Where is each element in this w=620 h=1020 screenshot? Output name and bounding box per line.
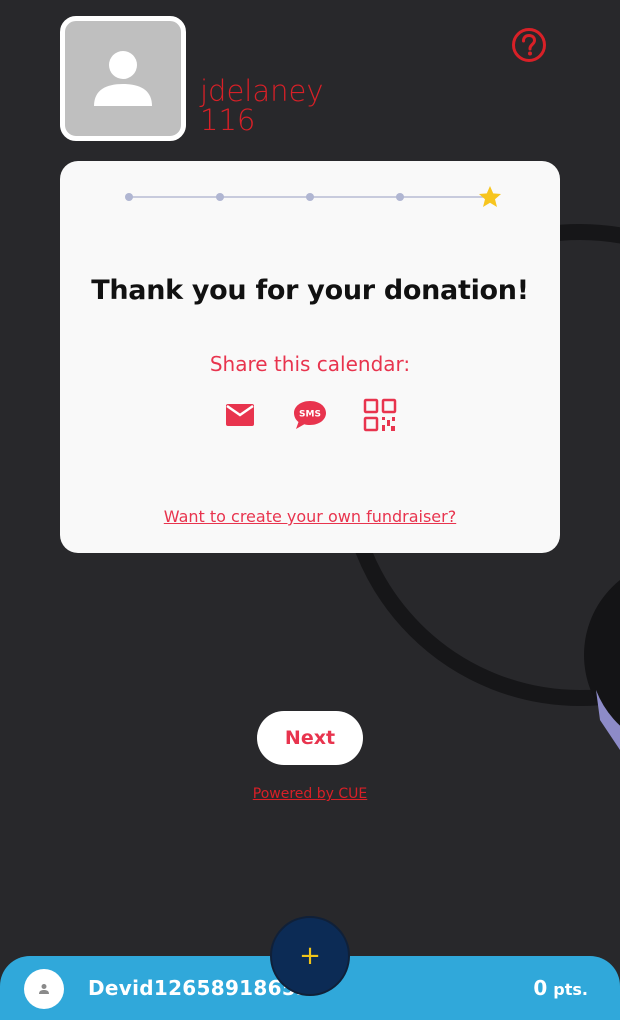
- svg-text:SMS: SMS: [299, 410, 321, 420]
- person-icon: [94, 50, 152, 106]
- email-icon: [226, 404, 254, 426]
- progress-step-4: [396, 193, 404, 201]
- powered-by-link[interactable]: Powered by CUE: [0, 786, 620, 802]
- email-share-button[interactable]: [220, 395, 260, 435]
- plus-icon: +: [299, 941, 321, 971]
- username: jdelaney: [200, 74, 324, 108]
- qr-code-icon: [363, 398, 397, 432]
- progress-step-2: [216, 193, 224, 201]
- profile-avatar: [60, 16, 186, 141]
- points-label: pts.: [553, 980, 588, 999]
- progress-stepper: [125, 186, 501, 207]
- user-number: 116: [200, 103, 256, 137]
- share-label: Share this calendar:: [209, 352, 411, 376]
- help-icon[interactable]: [510, 26, 548, 64]
- donation-card: Thank you for your donation! Share this …: [60, 161, 560, 553]
- points-display: 0 pts.: [533, 976, 588, 1000]
- qr-share-button[interactable]: [360, 395, 400, 435]
- person-icon: [39, 984, 49, 994]
- next-button[interactable]: Next: [257, 711, 363, 765]
- bar-avatar[interactable]: [24, 969, 64, 1009]
- create-fundraiser-link[interactable]: Want to create your own fundraiser?: [60, 507, 560, 526]
- points-value: 0: [533, 976, 548, 1000]
- star-icon: [479, 186, 501, 207]
- sms-share-button[interactable]: SMS: [290, 395, 330, 435]
- progress-step-3: [306, 193, 314, 201]
- sms-icon: SMS: [294, 401, 326, 429]
- progress-step-1: [125, 193, 133, 201]
- add-button[interactable]: +: [270, 916, 350, 996]
- thank-you-title: Thank you for your donation!: [91, 275, 529, 306]
